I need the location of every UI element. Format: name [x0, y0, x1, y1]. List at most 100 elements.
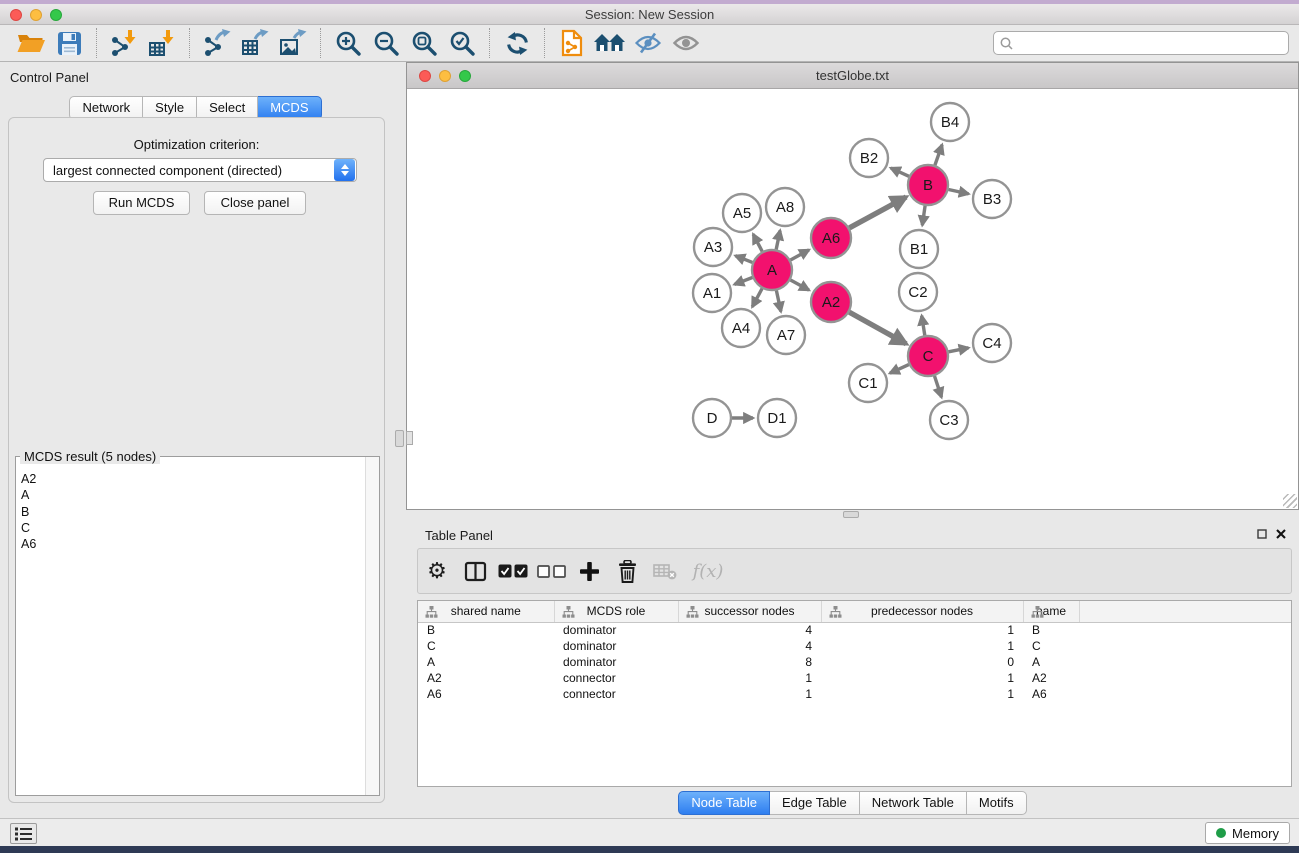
- graph-edge-A6-B[interactable]: [849, 197, 906, 228]
- graph-node-A7[interactable]: A7: [767, 316, 805, 354]
- table-row[interactable]: A2connector11A2: [418, 670, 1292, 686]
- column-header-predecessor-nodes[interactable]: predecessor nodes: [821, 601, 1023, 622]
- graph-node-A3[interactable]: A3: [694, 228, 732, 266]
- criterion-dropdown[interactable]: largest connected component (directed): [43, 158, 357, 182]
- zoom-out-button[interactable]: [367, 27, 405, 59]
- close-panel-button[interactable]: Close panel: [204, 191, 306, 215]
- graph-edge-B-B2[interactable]: [891, 168, 909, 176]
- svg-text:A8: A8: [776, 199, 794, 216]
- tab-node-table[interactable]: Node Table: [678, 791, 770, 815]
- graph-edge-A-A1[interactable]: [734, 278, 752, 285]
- graph-node-A4[interactable]: A4: [722, 309, 760, 347]
- zoom-selected-button[interactable]: [443, 27, 481, 59]
- graph-edge-A2-C[interactable]: [849, 312, 906, 344]
- graph-node-C2[interactable]: C2: [899, 273, 937, 311]
- graph-node-A6[interactable]: A6: [811, 218, 851, 258]
- graph-edge-C-C1[interactable]: [890, 365, 909, 374]
- float-table-panel-icon[interactable]: [1257, 529, 1267, 539]
- graph-edge-A-A8[interactable]: [776, 231, 780, 250]
- export-network-button[interactable]: [198, 27, 236, 59]
- vertical-split-handle[interactable]: [395, 430, 404, 447]
- horizontal-split-handle[interactable]: [843, 511, 859, 518]
- graph-node-C3[interactable]: C3: [930, 401, 968, 439]
- first-neighbors-button[interactable]: [591, 27, 629, 59]
- memory-button[interactable]: Memory: [1205, 822, 1290, 844]
- graph-edge-A-A4[interactable]: [752, 289, 762, 307]
- canvas-edge-handle[interactable]: [406, 431, 413, 445]
- tab-edge-table[interactable]: Edge Table: [770, 791, 860, 815]
- graph-edge-C-C4[interactable]: [949, 348, 969, 352]
- search-field[interactable]: [993, 31, 1289, 55]
- tab-motifs[interactable]: Motifs: [967, 791, 1027, 815]
- open-session-button[interactable]: [12, 27, 50, 59]
- graph-edge-A-A6[interactable]: [791, 250, 810, 260]
- graph-node-B3[interactable]: B3: [973, 180, 1011, 218]
- graph-edge-C-C3[interactable]: [935, 376, 942, 397]
- add-column-button[interactable]: [570, 552, 608, 590]
- graph-node-A5[interactable]: A5: [723, 194, 761, 232]
- new-network-from-selection-button[interactable]: [553, 27, 591, 59]
- column-visibility-button[interactable]: [456, 552, 494, 590]
- graph-node-A2[interactable]: A2: [811, 282, 851, 322]
- window-resize-grip[interactable]: [1283, 494, 1297, 508]
- column-header-shared-name[interactable]: shared name: [418, 601, 554, 622]
- mcds-result-item[interactable]: C: [21, 520, 364, 536]
- graph-node-B4[interactable]: B4: [931, 103, 969, 141]
- result-scrollbar[interactable]: [365, 457, 379, 795]
- export-table-button[interactable]: [236, 27, 274, 59]
- delete-column-button[interactable]: [608, 552, 646, 590]
- graph-node-C1[interactable]: C1: [849, 364, 887, 402]
- mcds-result-item[interactable]: B: [21, 504, 364, 520]
- column-header-mcds-role[interactable]: MCDS role: [554, 601, 678, 622]
- task-history-button[interactable]: [10, 823, 37, 844]
- graph-node-B2[interactable]: B2: [850, 139, 888, 177]
- import-table-button[interactable]: [143, 27, 181, 59]
- run-mcds-button[interactable]: Run MCDS: [93, 191, 190, 215]
- mcds-result-item[interactable]: A2: [21, 471, 364, 487]
- deselect-all-button[interactable]: [532, 552, 570, 590]
- column-header-name[interactable]: name: [1023, 601, 1079, 622]
- mcds-result-item[interactable]: A6: [21, 536, 364, 552]
- graph-node-C4[interactable]: C4: [973, 324, 1011, 362]
- show-all-button[interactable]: [667, 27, 705, 59]
- graph-edge-A-A5[interactable]: [753, 234, 762, 251]
- zoom-in-button[interactable]: [329, 27, 367, 59]
- select-all-button[interactable]: [494, 552, 532, 590]
- table-row[interactable]: Adominator80A: [418, 654, 1292, 670]
- graph-node-B1[interactable]: B1: [900, 230, 938, 268]
- function-builder-button[interactable]: f(x): [684, 552, 732, 590]
- graph-node-B[interactable]: B: [908, 165, 948, 205]
- delete-table-button[interactable]: [646, 552, 684, 590]
- table-settings-button[interactable]: ⚙: [418, 552, 456, 590]
- zoom-fit-button[interactable]: [405, 27, 443, 59]
- table-row[interactable]: Cdominator41C: [418, 638, 1292, 654]
- graph-node-C[interactable]: C: [908, 336, 948, 376]
- graph-edge-A-A3[interactable]: [735, 256, 752, 263]
- column-header-successor-nodes[interactable]: successor nodes: [678, 601, 821, 622]
- table-row[interactable]: Bdominator41B: [418, 622, 1292, 638]
- network-canvas[interactable]: B4 B2 B B3 A8 A5 A6 A3 B1 A A1 C2 A2 A4A7 C4 C C1 C3 D D1: [407, 89, 1298, 509]
- import-network-button[interactable]: [105, 27, 143, 59]
- graph-node-D1[interactable]: D1: [758, 399, 796, 437]
- save-session-button[interactable]: [50, 27, 88, 59]
- graph-node-A[interactable]: A: [752, 250, 792, 290]
- graph-edge-A-A2[interactable]: [791, 280, 810, 290]
- graph-edge-C-C2[interactable]: [922, 316, 925, 336]
- trash-icon: [617, 560, 638, 583]
- graph-node-A1[interactable]: A1: [693, 274, 731, 312]
- search-input[interactable]: [1017, 36, 1282, 51]
- table-row[interactable]: A6connector11A6: [418, 686, 1292, 702]
- graph-edge-B-B3[interactable]: [949, 190, 969, 194]
- close-table-panel-icon[interactable]: [1276, 529, 1286, 539]
- graph-node-A8[interactable]: A8: [766, 188, 804, 226]
- svg-text:C1: C1: [858, 375, 877, 392]
- mcds-result-item[interactable]: A: [21, 487, 364, 503]
- tab-network-table[interactable]: Network Table: [860, 791, 967, 815]
- graph-edge-B-B4[interactable]: [935, 145, 942, 166]
- hide-selected-button[interactable]: [629, 27, 667, 59]
- graph-node-D[interactable]: D: [693, 399, 731, 437]
- refresh-button[interactable]: [498, 27, 536, 59]
- export-image-button[interactable]: [274, 27, 312, 59]
- graph-edge-A-A7[interactable]: [776, 291, 781, 312]
- graph-edge-B-B1[interactable]: [922, 206, 925, 225]
